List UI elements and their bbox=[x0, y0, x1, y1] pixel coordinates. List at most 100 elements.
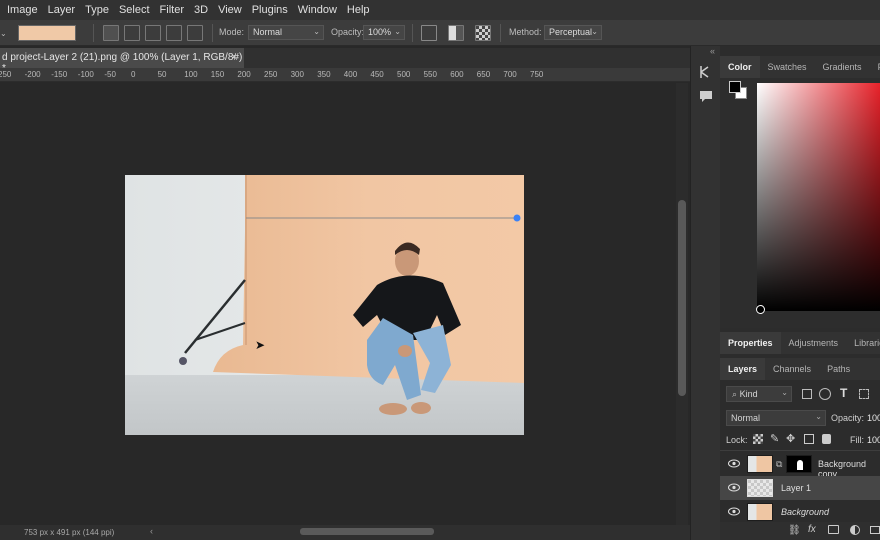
ruler-tick-label: 250 bbox=[0, 70, 12, 79]
menu-select[interactable]: Select bbox=[114, 0, 155, 20]
ruler-tick-label: 200 bbox=[237, 70, 251, 79]
tab-properties[interactable]: Properties bbox=[720, 332, 781, 354]
chevron-down-icon[interactable]: ⌄ bbox=[0, 29, 7, 38]
diamond-gradient-icon[interactable] bbox=[187, 25, 203, 41]
chevron-left-icon[interactable]: ‹ bbox=[150, 526, 153, 536]
transparency-icon[interactable] bbox=[475, 25, 491, 41]
radial-gradient-icon[interactable] bbox=[124, 25, 140, 41]
new-group-icon[interactable] bbox=[870, 526, 880, 534]
eye-icon[interactable] bbox=[728, 459, 740, 468]
layer-row-background-copy[interactable]: ⧉ Background copy bbox=[720, 452, 880, 479]
lock-artboard-icon[interactable] bbox=[804, 434, 814, 444]
color-panel-tabs: Color Swatches Gradients Patte bbox=[720, 56, 880, 78]
menu-help[interactable]: Help bbox=[342, 0, 375, 20]
layer-filter-dropdown[interactable]: ⌕ Kind ⌄ bbox=[726, 386, 792, 402]
properties-panel-tabs: Properties Adjustments Libraries bbox=[720, 332, 880, 354]
move-cursor-icon: ➤ bbox=[255, 338, 266, 352]
adjustment-layer-icon[interactable] bbox=[850, 525, 860, 535]
tab-paths[interactable]: Paths bbox=[819, 358, 858, 380]
mode-value: Normal bbox=[253, 27, 283, 37]
ruler-tick-label: 350 bbox=[317, 70, 331, 79]
lock-pixels-icon[interactable]: ✎ bbox=[770, 432, 779, 445]
ruler-tick-label: 0 bbox=[131, 70, 136, 79]
layer-thumbnail bbox=[747, 455, 773, 473]
angle-gradient-icon[interactable] bbox=[145, 25, 161, 41]
adjustment-filter-icon[interactable] bbox=[819, 388, 831, 400]
blend-mode-value: Normal bbox=[731, 413, 761, 423]
method-label: Method: bbox=[509, 27, 542, 37]
ruler-tick-label: 400 bbox=[343, 70, 358, 79]
eye-icon[interactable] bbox=[728, 483, 740, 492]
gradient-picker[interactable] bbox=[18, 25, 76, 41]
ruler-tick-label: 650 bbox=[476, 70, 491, 79]
method-value: Perceptual bbox=[549, 27, 593, 37]
layer-thumbnail bbox=[747, 503, 773, 521]
layer-mask-thumbnail[interactable] bbox=[786, 455, 812, 473]
color-field[interactable] bbox=[757, 83, 880, 311]
color-panel bbox=[720, 78, 880, 328]
tab-patterns[interactable]: Patte bbox=[870, 56, 880, 78]
tab-adjustments[interactable]: Adjustments bbox=[781, 332, 847, 354]
history-icon[interactable] bbox=[698, 64, 714, 80]
add-mask-icon[interactable] bbox=[828, 525, 839, 534]
vertical-scroll-thumb[interactable] bbox=[678, 200, 686, 396]
shape-filter-icon[interactable] bbox=[859, 389, 869, 399]
layer-name: Background bbox=[781, 507, 830, 517]
opacity-field[interactable]: 100% ⌄ bbox=[363, 25, 405, 40]
lock-label: Lock: bbox=[726, 435, 748, 445]
blend-mode-dropdown[interactable]: Normal ⌄ bbox=[726, 410, 826, 426]
ruler-tick-label: 300 bbox=[290, 70, 304, 79]
type-filter-icon[interactable]: T bbox=[840, 386, 847, 400]
layer-thumbnail bbox=[747, 479, 773, 497]
tab-libraries[interactable]: Libraries bbox=[846, 332, 880, 354]
reflected-gradient-icon[interactable] bbox=[166, 25, 182, 41]
canvas-workspace[interactable]: ➤ bbox=[0, 83, 676, 525]
tab-color[interactable]: Color bbox=[720, 56, 760, 78]
menu-plugins[interactable]: Plugins bbox=[247, 0, 293, 20]
image-filter-icon[interactable] bbox=[802, 389, 812, 399]
options-bar: ⌄ Mode: Normal ⌄ Opacity: 100% ⌄ Method:… bbox=[0, 20, 880, 46]
link-icon[interactable]: ⧉ bbox=[776, 459, 782, 470]
linear-gradient-icon[interactable] bbox=[103, 25, 119, 41]
document-canvas[interactable] bbox=[125, 175, 524, 435]
lock-all-icon[interactable] bbox=[822, 434, 831, 444]
menu-image[interactable]: Image bbox=[0, 0, 43, 20]
dither-icon[interactable] bbox=[448, 25, 464, 41]
menu-view[interactable]: View bbox=[213, 0, 247, 20]
horizontal-scroll-thumb[interactable] bbox=[300, 528, 434, 535]
ruler-tick-label: 250 bbox=[264, 70, 278, 79]
ruler-tick-label: 50 bbox=[157, 70, 167, 79]
menu-bar: Image Layer Type Select Filter 3D View P… bbox=[0, 0, 880, 20]
menu-type[interactable]: Type bbox=[80, 0, 114, 20]
close-icon[interactable]: × bbox=[231, 52, 237, 63]
tab-strip bbox=[244, 48, 690, 68]
ruler-tick-label: -150 bbox=[51, 70, 68, 79]
tab-swatches[interactable]: Swatches bbox=[760, 56, 815, 78]
layer-filter-value: Kind bbox=[739, 389, 758, 399]
lock-transparency-icon[interactable] bbox=[753, 434, 763, 444]
tab-gradients[interactable]: Gradients bbox=[815, 56, 870, 78]
tab-channels[interactable]: Channels bbox=[765, 358, 819, 380]
layer-row-background[interactable]: Background bbox=[720, 500, 880, 524]
foreground-color-swatch[interactable] bbox=[729, 81, 741, 93]
color-picker-handle[interactable] bbox=[756, 305, 765, 314]
menu-window[interactable]: Window bbox=[293, 0, 342, 20]
lock-position-icon[interactable]: ✥ bbox=[786, 432, 795, 445]
menu-layer[interactable]: Layer bbox=[43, 0, 81, 20]
comment-icon[interactable] bbox=[698, 88, 714, 104]
reverse-icon[interactable] bbox=[421, 25, 437, 41]
document-size: 753 px x 491 px (144 ppi) bbox=[24, 528, 115, 537]
menu-filter[interactable]: Filter bbox=[155, 0, 189, 20]
method-dropdown[interactable]: Perceptual ⌄ bbox=[544, 25, 602, 40]
layer-opacity-value[interactable]: 100 bbox=[867, 413, 880, 423]
tab-layers[interactable]: Layers bbox=[720, 358, 766, 380]
document-tab[interactable]: d project-Layer 2 (21).png @ 100% (Layer… bbox=[0, 48, 244, 74]
link-layers-icon[interactable]: ⛓ bbox=[788, 525, 801, 536]
fill-value[interactable]: 100 bbox=[867, 435, 880, 445]
mode-dropdown[interactable]: Normal ⌄ bbox=[248, 25, 324, 40]
eye-icon[interactable] bbox=[728, 507, 740, 516]
menu-3d[interactable]: 3D bbox=[189, 0, 213, 20]
layer-row-layer-1[interactable]: Layer 1 bbox=[720, 476, 880, 500]
layer-style-icon[interactable]: fx bbox=[808, 524, 816, 535]
collapse-icon[interactable]: « bbox=[710, 46, 715, 56]
